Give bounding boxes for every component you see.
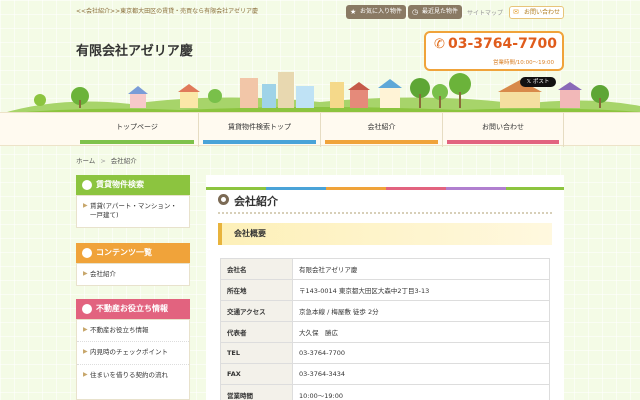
sidebar-item-label: 賃貸(アパート・マンション・一戸建て) [90,202,177,220]
sidebar-item-label: 内見時のチェックポイント [90,348,168,357]
contact-label: お問い合わせ [524,9,561,16]
row-label: 営業時間 [220,384,293,400]
nav-stripe [325,140,438,144]
circle-icon [82,304,92,314]
phone-icon: ✆ [434,37,445,52]
table-row: 営業時間 10:00〜19:00 [220,384,550,400]
table-row: 会社名 有限会社アゼリア慶 [220,258,550,280]
x-post-button[interactable]: 𝕏 ポスト [520,77,556,87]
recent-label: 最近見た物件 [422,8,459,15]
sidebar-heading-label: コンテンツ一覧 [96,248,152,257]
breadcrumb-separator: > [100,157,106,165]
phone-number[interactable]: 03-3764-7700 [448,36,557,52]
nav-stripe [203,140,316,144]
company-logo-text[interactable]: 有限会社アゼリア慶 [76,40,193,59]
table-row: 所在地 〒143-0014 東京都大田区大森中2丁目3-13 [220,279,550,301]
nav-item-label: トップページ [116,123,158,131]
breadcrumb-current: 会社紹介 [110,157,137,165]
sidebar-box-tips: ▶ 不動産お役立ち情報 ▶ 内見時のチェックポイント ▶ 住まいを借りる契約の流… [76,319,190,400]
arrow-icon: ▶ [83,348,88,356]
row-value: 有限会社アゼリア慶 [292,258,550,280]
row-label: 会社名 [220,258,293,280]
company-info-table: 会社名 有限会社アゼリア慶 所在地 〒143-0014 東京都大田区大森中2丁目3-… [220,258,550,400]
arrow-icon: ▶ [83,370,88,378]
circle-icon [82,248,92,258]
table-row: 交通アクセス 京急本線 / 梅屋敷 徒歩 2分 [220,300,550,322]
nav-item-contact[interactable]: お問い合わせ [442,113,564,147]
sidebar-heading-label: 賃貸物件検索 [96,180,144,189]
nav-item-rental-search[interactable]: 賃貸物件検索トップ [198,113,320,147]
recent-viewed-button[interactable]: ◷ 最近見た物件 [408,5,462,19]
row-label: FAX [220,363,293,385]
nav-item-label: 賃貸物件検索トップ [228,123,291,131]
favorites-button[interactable]: ★ お気に入り物件 [346,5,406,19]
main-content: 会社紹介 会社概要 会社名 有限会社アゼリア慶 所在地 〒143-0014 東京都大… [206,175,564,400]
star-icon: ★ [350,8,357,16]
clock-icon: ◷ [412,8,419,16]
sidebar-heading-search: 賃貸物件検索 [76,175,190,195]
nav-item-company[interactable]: 会社紹介 [320,113,442,147]
row-label: 代表者 [220,321,293,343]
circle-icon [82,180,92,190]
sidebar-heading-contents: コンテンツ一覧 [76,243,190,263]
page-title: 会社紹介 [234,195,278,208]
nav-item-label: お問い合わせ [482,123,524,131]
sidebar-item-label: 会社紹介 [90,270,116,278]
favorites-label: お気に入り物件 [360,8,403,15]
table-row: FAX 03-3764-3434 [220,363,550,385]
sidebar-item-tips[interactable]: ▶ 不動産お役立ち情報 [77,320,189,343]
phone-box: ✆ 03-3764-7700 営業時間/10:00〜19:00 [424,31,564,71]
global-nav: トップページ 賃貸物件検索トップ 会社紹介 お問い合わせ [0,112,640,147]
post-label: ポスト [532,79,550,85]
sidebar-item-label: 住まいを借りる契約の流れ [90,370,168,379]
color-stripe [206,175,564,190]
sidebar-heading-tips: 不動産お役立ち情報 [76,299,190,319]
sidebar-item-rental[interactable]: ▶ 賃貸(アパート・マンション・一戸建て) [77,196,189,227]
row-label: 交通アクセス [220,300,293,322]
breadcrumb-home[interactable]: ホーム [76,157,95,165]
arrow-icon: ▶ [83,202,88,209]
breadcrumb: ホーム > 会社紹介 [76,155,137,165]
sidebar-box-search: ▶ 賃貸(アパート・マンション・一戸建て) [76,195,190,228]
arrow-icon: ▶ [83,326,88,333]
ring-icon [218,194,229,205]
top-bar: <<会社紹介>>東京都大田区の賃貸・売買なら有限会社アゼリア慶 ★ お気に入り物… [0,0,640,22]
row-value: 京急本線 / 梅屋敷 徒歩 2分 [292,300,550,322]
row-value: 〒143-0014 東京都大田区大森中2丁目3-13 [292,279,550,301]
sidebar-item-viewing-checkpoints[interactable]: ▶ 内見時のチェックポイント [77,342,189,365]
arrow-icon: ▶ [83,270,88,277]
nav-stripe [447,140,559,144]
sitemap-link[interactable]: サイトマップ [467,8,503,17]
mail-icon: ✉ [513,8,519,16]
row-value: 10:00〜19:00 [292,384,550,400]
business-hours: 営業時間/10:00〜19:00 [492,60,554,66]
section-heading: 会社概要 [218,223,552,245]
row-value: 03-3764-3434 [292,363,550,385]
table-row: 代表者 大久保 勝広 [220,321,550,343]
row-label: TEL [220,342,293,364]
sidebar-box-contents: ▶ 会社紹介 [76,263,190,287]
row-label: 所在地 [220,279,293,301]
sidebar-item-contract-flow[interactable]: ▶ 住まいを借りる契約の流れ [77,365,189,386]
nav-item-label: 会社紹介 [367,123,396,131]
table-row: TEL 03-3764-7700 [220,342,550,364]
nav-stripe [80,140,194,144]
nav-item-top[interactable]: トップページ [76,113,198,147]
site-tagline: <<会社紹介>>東京都大田区の賃貸・売買なら有限会社アゼリア慶 [76,8,258,15]
row-value: 大久保 勝広 [292,321,550,343]
sidebar-item-label: 不動産お役立ち情報 [90,326,149,334]
contact-button[interactable]: ✉ お問い合わせ [509,6,564,19]
sidebar-item-company[interactable]: ▶ 会社紹介 [77,264,189,285]
sidebar-heading-label: 不動産お役立ち情報 [96,304,168,313]
title-divider [218,212,552,214]
row-value: 03-3764-7700 [292,342,550,364]
